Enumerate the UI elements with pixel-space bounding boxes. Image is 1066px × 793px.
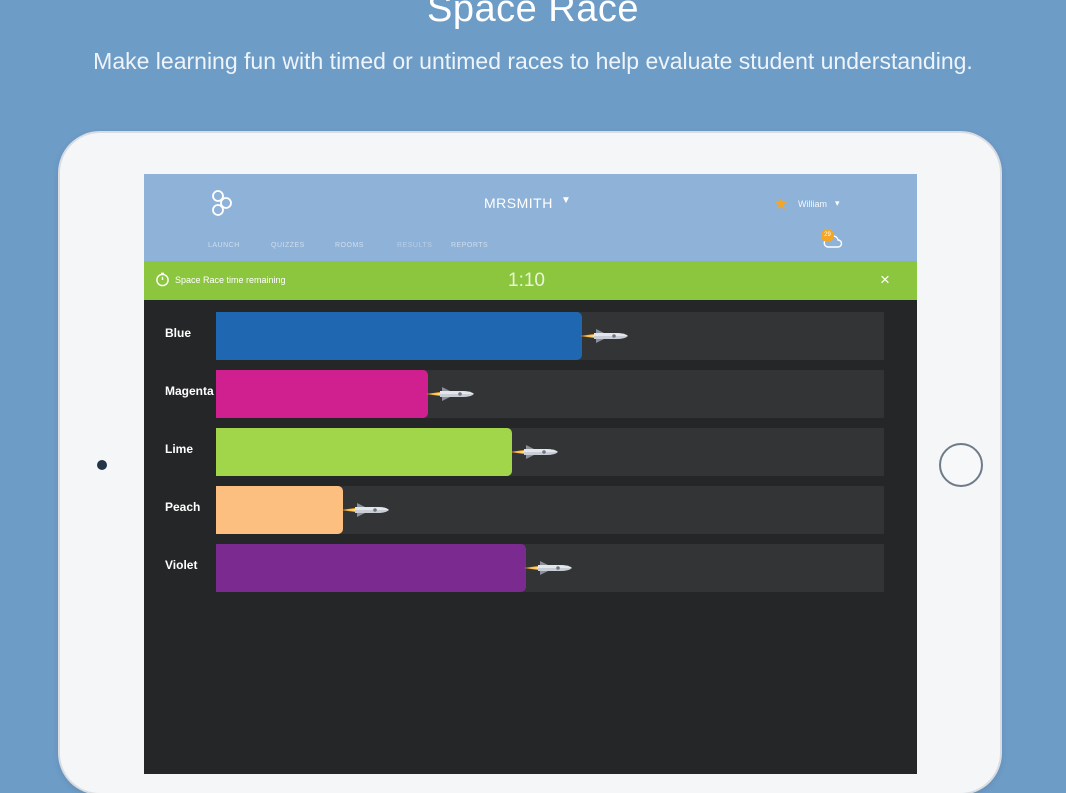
rocket-icon [510,445,558,459]
progress-bar [216,486,343,534]
room-name[interactable]: MRSMITH [484,195,553,211]
race-row-magenta: Magenta [144,368,917,420]
stopwatch-icon [156,272,169,287]
team-label: Peach [165,500,201,514]
page-subtitle: Make learning fun with timed or untimed … [93,48,973,74]
race-row-lime: Lime [144,426,917,478]
progress-bar [216,370,428,418]
progress-bar [216,544,526,592]
team-label: Blue [165,326,192,340]
logo-icon[interactable] [210,189,234,217]
progress-bar [216,312,582,360]
race-row-violet: Violet [144,542,917,594]
race-row-blue: Blue [144,310,917,362]
race-track [216,428,884,476]
tab-rooms[interactable]: ROOMS [335,242,364,249]
timer-bar: Space Race time remaining 1:10 × [144,261,917,300]
page-title: Space Race [426,0,639,30]
home-button[interactable] [939,443,983,487]
race-track [216,544,884,592]
rocket-icon [580,329,628,343]
team-label: Magenta [165,384,214,398]
star-icon: ★ [774,196,789,213]
app-screen: MRSMITH ▼ ★ William ▾ LAUNCH QUIZZES ROO… [144,174,917,774]
notification-badge: 29 [821,229,834,242]
chevron-down-icon[interactable]: ▾ [835,198,840,209]
tab-results[interactable]: RESULTS [397,242,432,249]
tab-launch[interactable]: LAUNCH [208,242,240,249]
race-track [216,370,884,418]
timer-value: 1:10 [508,270,545,291]
close-icon[interactable]: × [880,270,890,290]
rocket-icon [341,503,389,517]
race-track [216,486,884,534]
tab-quizzes[interactable]: QUIZZES [271,242,305,249]
app-header: MRSMITH ▼ ★ William ▾ LAUNCH QUIZZES ROO… [144,174,917,261]
rocket-icon [524,561,572,575]
tab-reports[interactable]: REPORTS [451,242,488,249]
chevron-down-icon[interactable]: ▼ [561,195,571,206]
user-name[interactable]: William [798,199,827,209]
team-label: Lime [165,442,194,456]
camera-dot [97,460,107,470]
race-row-peach: Peach [144,484,917,536]
progress-bar [216,428,512,476]
race-track [216,312,884,360]
rocket-icon [426,387,474,401]
timer-label: Space Race time remaining [175,275,286,285]
team-label: Violet [165,558,198,572]
